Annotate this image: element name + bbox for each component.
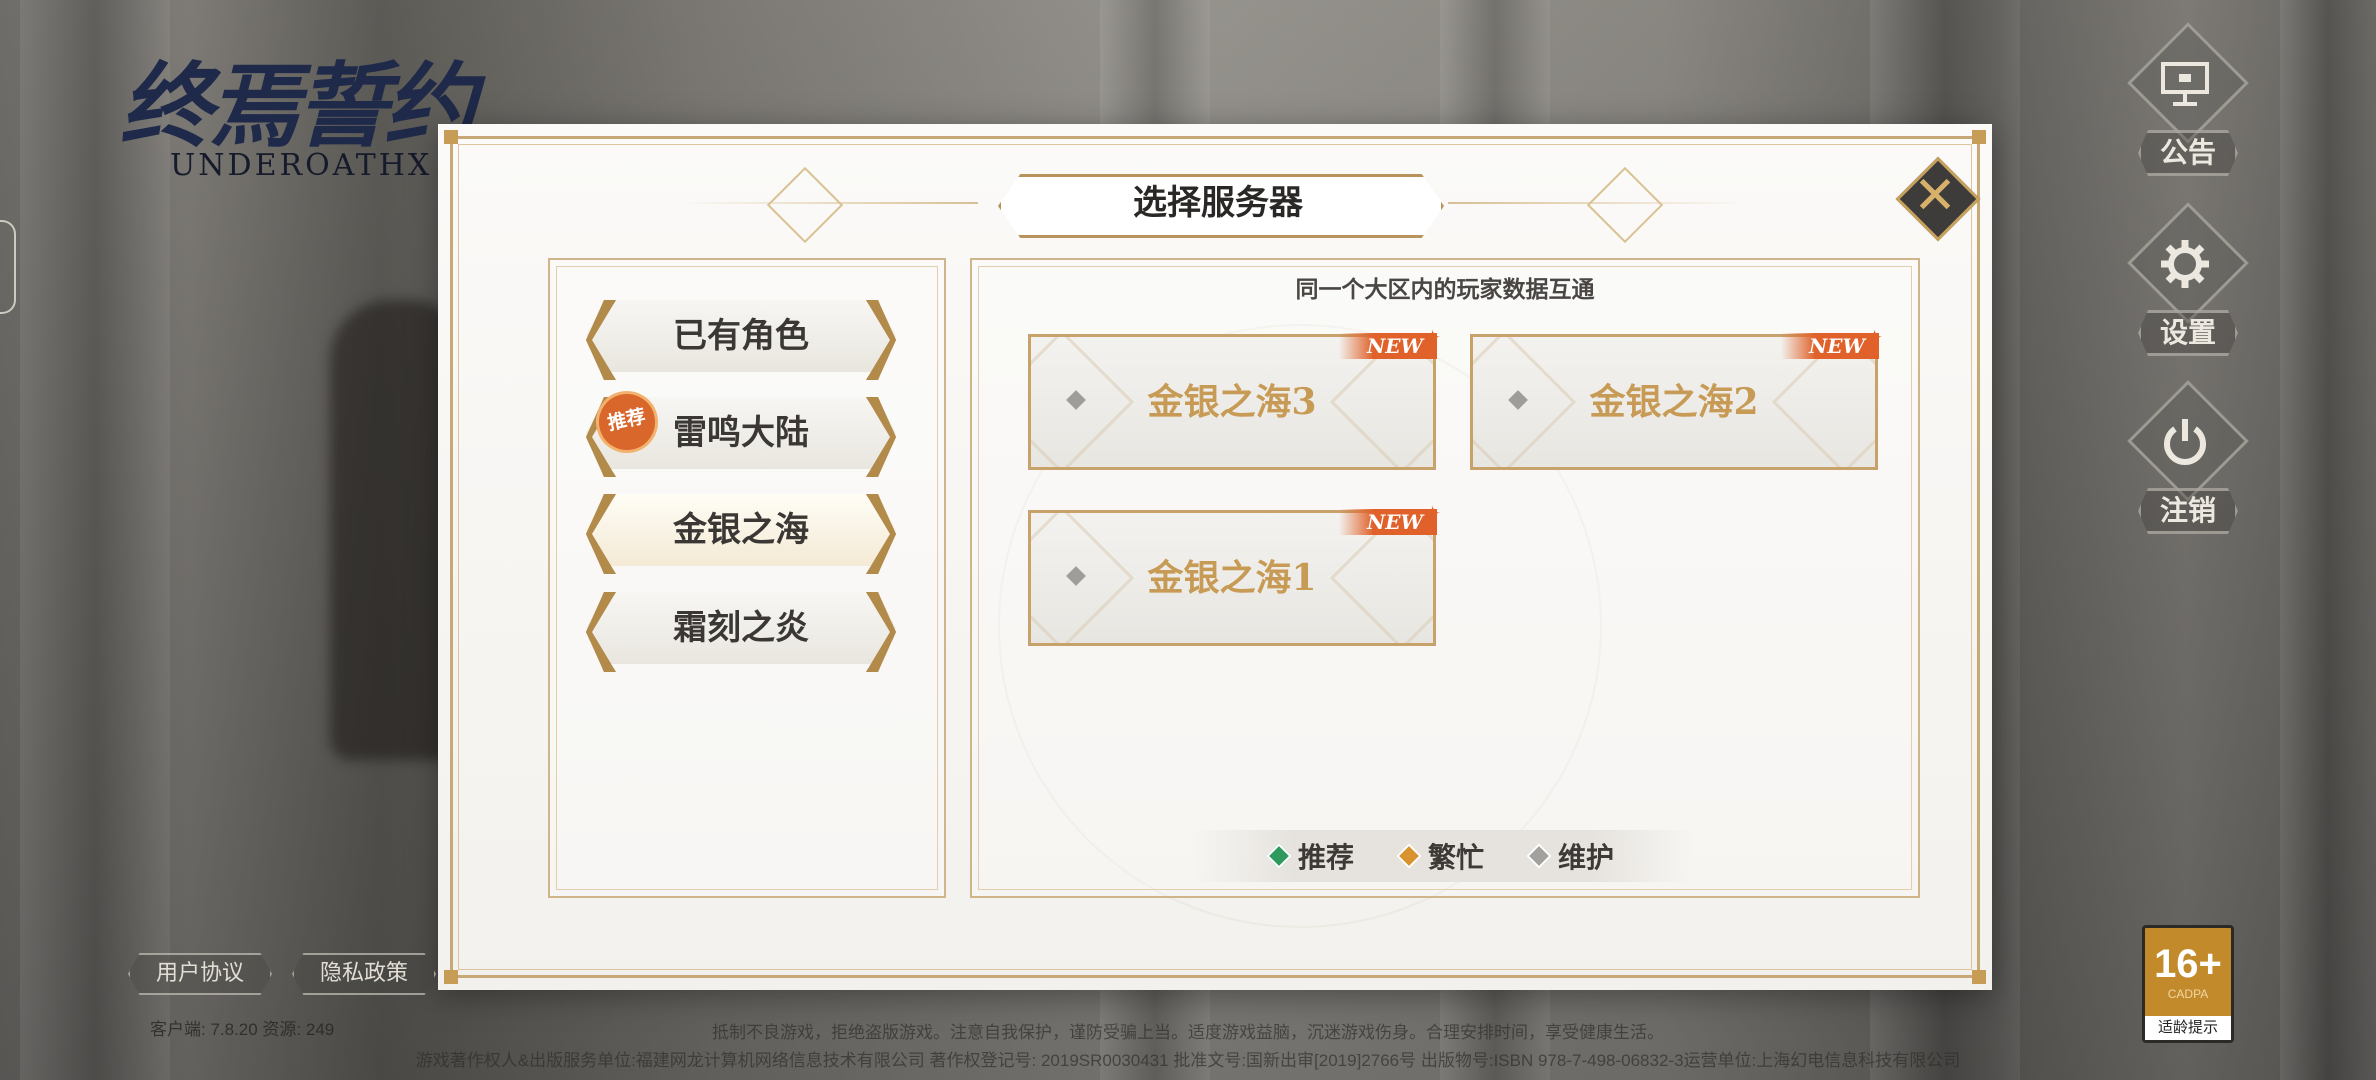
region-info-text: 同一个大区内的玩家数据互通	[1295, 276, 1595, 303]
legend-item-busy: 繁忙	[1396, 836, 1484, 876]
easel-icon	[2150, 56, 2220, 112]
region-tab-label: 已有角色	[673, 316, 809, 356]
region-tab-existing-characters[interactable]: 已有角色	[586, 300, 896, 380]
corner-ornament	[444, 130, 458, 144]
power-icon	[2150, 414, 2220, 470]
gray-diamond-icon	[1526, 843, 1552, 869]
new-tag: NEW	[1339, 509, 1437, 535]
server-list-panel: 同一个大区内的玩家数据互通 金银之海3 NEW ✦ 金银之海2 NEW ✦ 金银	[970, 258, 1920, 898]
left-edge-tab[interactable]	[0, 220, 16, 314]
server-card[interactable]: 金银之海3 NEW ✦	[1028, 325, 1441, 470]
user-agreement-link[interactable]: 用户协议	[128, 953, 273, 995]
legend-item-recommended: 推荐	[1266, 836, 1354, 876]
server-card[interactable]: 金银之海1 NEW ✦	[1028, 501, 1441, 646]
star-icon: ✦	[1424, 325, 1441, 349]
logout-button[interactable]: 注销	[2120, 380, 2250, 538]
age-rating-badge[interactable]: 16+ CADPA 适龄提示	[2142, 925, 2234, 1043]
server-card[interactable]: 金银之海2 NEW ✦	[1470, 325, 1883, 470]
close-icon: ✕	[1913, 166, 1957, 226]
announcement-label: 公告	[2138, 130, 2238, 176]
corner-ornament	[1972, 130, 1986, 144]
green-diamond-icon	[1266, 843, 1292, 869]
corner-ornament	[1972, 970, 1986, 984]
background-pillar	[2280, 0, 2376, 1080]
region-list: 已有角色 雷鸣大陆 推荐 金银之海 霜刻之炎	[548, 258, 946, 898]
star-icon: ✦	[1866, 325, 1883, 349]
status-legend: 推荐 繁忙 维护	[1192, 830, 1692, 882]
settings-button[interactable]: 设置	[2120, 202, 2250, 360]
logout-label: 注销	[2138, 488, 2238, 534]
star-icon: ✦	[1424, 501, 1441, 525]
dialog-title-text: 选择服务器	[1133, 183, 1303, 223]
region-tab-gold-silver-sea[interactable]: 金银之海	[586, 494, 896, 574]
gear-icon	[2150, 236, 2220, 292]
announcement-button[interactable]: 公告	[2120, 22, 2250, 180]
settings-label: 设置	[2138, 310, 2238, 356]
privacy-policy-link[interactable]: 隐私政策	[292, 953, 437, 995]
health-notice: 抵制不良游戏，拒绝盗版游戏。注意自我保护，谨防受骗上当。适度游戏益脑，沉迷游戏伤…	[712, 1023, 1664, 1042]
age-rating-tip: 适龄提示	[2145, 1016, 2231, 1040]
orange-diamond-icon	[1396, 843, 1422, 869]
legend-item-maintenance: 维护	[1526, 836, 1614, 876]
age-rating-number: 16+	[2154, 942, 2222, 986]
region-tab-label: 金银之海	[673, 510, 809, 550]
region-tab-thunder-continent[interactable]: 雷鸣大陆 推荐	[586, 385, 896, 477]
dialog-title: 选择服务器	[998, 174, 1444, 238]
close-button[interactable]: ✕	[1895, 156, 1981, 242]
new-tag: NEW	[1339, 333, 1437, 359]
region-tab-label: 霜刻之炎	[673, 608, 809, 648]
new-tag: NEW	[1781, 333, 1879, 359]
server-select-dialog: 选择服务器 ✕ 已有角色 雷鸣大陆 推荐 金银之海 霜刻之炎 同一个大区内的玩家…	[438, 124, 1992, 990]
region-tab-frost-flame[interactable]: 霜刻之炎	[586, 592, 896, 672]
age-rating-org: CADPA	[2167, 987, 2209, 1001]
corner-ornament	[444, 970, 458, 984]
copyright-notice: 游戏著作权人&出版服务单位:福建网龙计算机网络信息技术有限公司 著作权登记号: …	[415, 1051, 1961, 1070]
